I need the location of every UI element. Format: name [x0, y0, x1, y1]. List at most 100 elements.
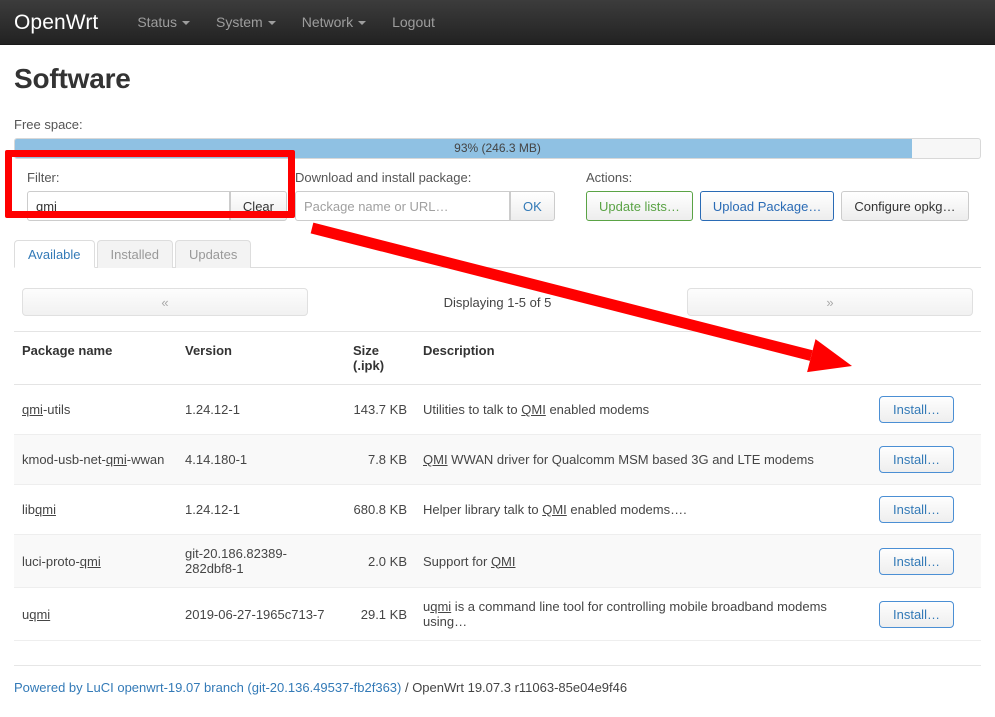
cell-package-name: libqmi — [14, 485, 177, 535]
cell-description: Utilities to talk to QMI enabled modems — [415, 385, 871, 435]
cell-description: Helper library talk to QMI enabled modem… — [415, 485, 871, 535]
package-table-head: Package name Version Size (.ipk) Descrip… — [14, 332, 981, 385]
pagination-info: Displaying 1-5 of 5 — [308, 295, 687, 310]
nav-item-status[interactable]: Status — [124, 0, 203, 45]
nav-item-logout[interactable]: Logout — [379, 0, 448, 45]
cell-description: Support for QMI — [415, 535, 871, 588]
openwrt-version-text: / OpenWrt 19.07.3 r11063-85e04e9f46 — [401, 680, 627, 695]
table-row: uqmi2019-06-27-1965c713-729.1 KBuqmi is … — [14, 588, 981, 641]
table-header-row: Package name Version Size (.ipk) Descrip… — [14, 332, 981, 385]
table-row: libqmi1.24.12-1680.8 KBHelper library ta… — [14, 485, 981, 535]
cell-package-name: qmi-utils — [14, 385, 177, 435]
configure-opkg-button[interactable]: Configure opkg… — [841, 191, 968, 221]
cell-size: 29.1 KB — [345, 588, 415, 641]
filter-input-group: Clear — [27, 191, 287, 221]
filter-input[interactable] — [27, 191, 230, 221]
cell-package-name: kmod-usb-net-qmi-wwan — [14, 435, 177, 485]
luci-version-link[interactable]: Powered by LuCI openwrt-19.07 branch (gi… — [14, 680, 401, 695]
controls-row: Filter: Clear Download and install packa… — [14, 170, 981, 221]
pagination-row: « Displaying 1-5 of 5 » — [14, 288, 981, 316]
header-size-line2: (.ipk) — [353, 358, 384, 373]
download-input-group: OK — [295, 191, 586, 221]
tab-installed[interactable]: Installed — [97, 240, 173, 268]
search-match-highlight: qmi — [22, 402, 43, 417]
install-button[interactable]: Install… — [879, 396, 954, 423]
clear-filter-button[interactable]: Clear — [230, 191, 287, 221]
download-ok-button[interactable]: OK — [510, 191, 555, 221]
nav-item-system-label: System — [216, 0, 263, 45]
table-row: qmi-utils1.24.12-1143.7 KBUtilities to t… — [14, 385, 981, 435]
tab-available[interactable]: Available — [14, 240, 95, 268]
cell-version: 4.14.180-1 — [177, 435, 345, 485]
nav-item-system[interactable]: System — [203, 0, 289, 45]
page-title: Software — [14, 63, 981, 95]
nav-item-network-label: Network — [302, 0, 353, 45]
search-match-highlight: qmi — [35, 502, 56, 517]
cell-action: Install… — [871, 435, 981, 485]
search-match-highlight: QMI — [542, 502, 567, 517]
free-space-label: Free space: — [14, 117, 981, 132]
cell-action: Install… — [871, 485, 981, 535]
download-label: Download and install package: — [295, 170, 586, 185]
chevron-down-icon — [268, 21, 276, 25]
install-button[interactable]: Install… — [879, 548, 954, 575]
update-lists-button[interactable]: Update lists… — [586, 191, 693, 221]
free-space-progress-text: 93% (246.3 MB) — [15, 139, 980, 158]
search-match-highlight: qmi — [29, 607, 50, 622]
search-match-highlight: QMI — [491, 554, 516, 569]
header-version: Version — [177, 332, 345, 385]
nav-item-status-label: Status — [137, 0, 177, 45]
top-navbar: OpenWrt Status System Network Logout — [0, 0, 995, 45]
header-actions — [871, 332, 981, 385]
header-size: Size (.ipk) — [345, 332, 415, 385]
page-content: Software Free space: 93% (246.3 MB) Filt… — [0, 63, 995, 695]
tab-updates[interactable]: Updates — [175, 240, 251, 268]
search-match-highlight: QMI — [521, 402, 546, 417]
cell-size: 143.7 KB — [345, 385, 415, 435]
brand-logo[interactable]: OpenWrt — [14, 0, 98, 45]
header-size-line1: Size — [353, 343, 379, 358]
chevron-down-icon — [358, 21, 366, 25]
cell-package-name: luci-proto-qmi — [14, 535, 177, 588]
page-footer: Powered by LuCI openwrt-19.07 branch (gi… — [14, 665, 981, 695]
pagination-prev-button[interactable]: « — [22, 288, 308, 316]
cell-action: Install… — [871, 385, 981, 435]
actions-label: Actions: — [586, 170, 981, 185]
install-button[interactable]: Install… — [879, 496, 954, 523]
cell-version: git-20.186.82389-282dbf8-1 — [177, 535, 345, 588]
search-match-highlight: qmi — [80, 554, 101, 569]
header-description: Description — [415, 332, 871, 385]
cell-size: 7.8 KB — [345, 435, 415, 485]
cell-action: Install… — [871, 535, 981, 588]
cell-size: 680.8 KB — [345, 485, 415, 535]
cell-package-name: uqmi — [14, 588, 177, 641]
cell-version: 1.24.12-1 — [177, 385, 345, 435]
free-space-progressbar: 93% (246.3 MB) — [14, 138, 981, 159]
cell-description: uqmi is a command line tool for controll… — [415, 588, 871, 641]
package-url-input[interactable] — [295, 191, 510, 221]
package-table-body: qmi-utils1.24.12-1143.7 KBUtilities to t… — [14, 385, 981, 641]
package-tabs: Available Installed Updates — [14, 239, 981, 268]
header-package-name: Package name — [14, 332, 177, 385]
download-group: Download and install package: OK — [295, 170, 586, 221]
install-button[interactable]: Install… — [879, 446, 954, 473]
search-match-highlight: qmi — [106, 452, 127, 467]
actions-group: Actions: Update lists… Upload Package… C… — [586, 170, 981, 221]
upload-package-button[interactable]: Upload Package… — [700, 191, 834, 221]
nav-item-network[interactable]: Network — [289, 0, 379, 45]
chevron-down-icon — [182, 21, 190, 25]
filter-group: Filter: Clear — [14, 170, 295, 221]
table-row: kmod-usb-net-qmi-wwan4.14.180-17.8 KB QMI… — [14, 435, 981, 485]
pagination-next-button[interactable]: » — [687, 288, 973, 316]
package-table: Package name Version Size (.ipk) Descrip… — [14, 331, 981, 641]
search-match-highlight: QMI — [423, 452, 448, 467]
table-row: luci-proto-qmigit-20.186.82389-282dbf8-1… — [14, 535, 981, 588]
install-button[interactable]: Install… — [879, 601, 954, 628]
cell-action: Install… — [871, 588, 981, 641]
cell-version: 2019-06-27-1965c713-7 — [177, 588, 345, 641]
nav-item-logout-label: Logout — [392, 0, 435, 45]
filter-label: Filter: — [27, 170, 287, 185]
cell-size: 2.0 KB — [345, 535, 415, 588]
actions-button-bar: Update lists… Upload Package… Configure … — [586, 191, 981, 221]
search-match-highlight: qmi — [430, 599, 451, 614]
